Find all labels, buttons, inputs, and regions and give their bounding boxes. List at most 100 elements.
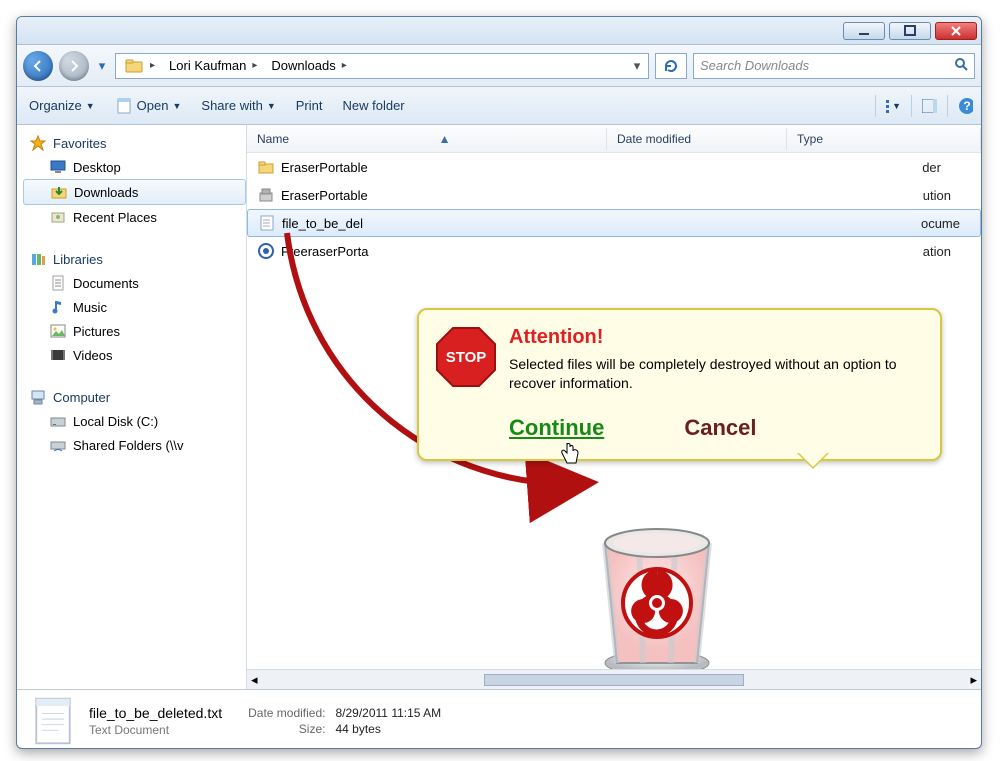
computer-icon [29,388,47,406]
breadcrumb-user[interactable]: Lori Kaufman ▸ [163,54,265,78]
file-list-pane: Name ▲ Date modified Type EraserPortable… [247,125,981,689]
sidebar-item-music[interactable]: Music [23,295,246,319]
sidebar-computer-header[interactable]: Computer [23,385,246,409]
navbar: ▾ ▸ Lori Kaufman ▸ Downloads ▸ ▾ Search … [17,45,981,87]
open-button[interactable]: Open▼ [111,93,186,119]
body: Favorites Desktop Downloads Recent Place… [17,125,981,690]
sidebar-item-shared-folders[interactable]: Shared Folders (\\v [23,433,246,457]
sidebar-item-documents[interactable]: Documents [23,271,246,295]
sidebar-item-videos[interactable]: Videos [23,343,246,367]
share-with-button[interactable]: Share with▼ [197,94,279,117]
maximize-button[interactable] [889,22,931,40]
refresh-icon [663,58,679,74]
libraries-icon [29,250,47,268]
close-icon [950,25,962,37]
file-row[interactable]: FreeraserPorta ation [247,237,981,265]
details-filetype: Text Document [89,723,222,737]
arrow-left-icon [31,59,45,73]
help-icon: ? [958,97,973,115]
file-row[interactable]: EraserPortable ution [247,181,981,209]
print-button[interactable]: Print [292,94,327,117]
search-input[interactable]: Search Downloads [693,53,975,79]
file-row-selected[interactable]: file_to_be_del ocume [247,209,981,237]
dialog-message: Selected files will be completely destro… [509,355,920,393]
minimize-button[interactable] [843,22,885,40]
local-disk-icon [49,412,67,430]
desktop-icon [49,158,67,176]
chevron-right-icon: ▸ [148,60,157,71]
minimize-icon [858,25,870,37]
details-filename: file_to_be_deleted.txt [89,705,222,721]
sidebar-item-local-disk[interactable]: Local Disk (C:) [23,409,246,433]
sidebar-item-desktop[interactable]: Desktop [23,155,246,179]
installer-icon [257,186,275,204]
explorer-window: ▾ ▸ Lori Kaufman ▸ Downloads ▸ ▾ Search … [16,16,982,749]
column-header-name[interactable]: Name ▲ [247,128,607,150]
new-folder-button[interactable]: New folder [338,94,408,117]
sidebar-item-downloads[interactable]: Downloads [23,179,246,205]
horizontal-scrollbar[interactable]: ◂ ▸ [247,669,981,689]
sidebar-item-pictures[interactable]: Pictures [23,319,246,343]
organize-button[interactable]: Organize▼ [25,94,99,117]
view-options-button[interactable]: ▼ [875,95,901,117]
freeraser-bin-icon [587,503,727,669]
scroll-left-icon[interactable]: ◂ [251,672,258,688]
recent-places-icon [49,208,67,226]
column-header-date-modified[interactable]: Date modified [607,128,787,150]
sort-asc-icon: ▲ [439,132,451,146]
address-dropdown[interactable]: ▾ [628,58,646,74]
details-pane: file_to_be_deleted.txt Text Document Dat… [17,690,981,749]
maximize-icon [904,25,916,37]
svg-text:?: ? [963,99,970,113]
continue-button[interactable]: Continue [509,415,604,441]
forward-button[interactable] [59,51,89,81]
hand-cursor-icon [559,441,581,467]
star-icon [29,134,47,152]
details-size-label: Size: [248,722,325,736]
folder-icon [257,158,275,176]
music-icon [49,298,67,316]
sidebar-favorites-header[interactable]: Favorites [23,131,246,155]
application-icon [257,242,275,260]
sidebar: Favorites Desktop Downloads Recent Place… [17,125,247,689]
close-button[interactable] [935,22,977,40]
file-rows: EraserPortable der EraserPortable ution [247,153,981,669]
notepad-icon [115,97,133,115]
preview-pane-icon [922,99,937,113]
toolbar: Organize▼ Open▼ Share with▼ Print New fo… [17,87,981,125]
back-button[interactable] [23,51,53,81]
sidebar-item-recent-places[interactable]: Recent Places [23,205,246,229]
details-date-value: 8/29/2011 11:15 AM [335,706,441,720]
search-icon [954,57,968,74]
scrollbar-thumb[interactable] [484,674,744,686]
text-file-icon [258,214,276,232]
preview-pane-button[interactable] [911,95,937,117]
address-bar[interactable]: ▸ Lori Kaufman ▸ Downloads ▸ ▾ [115,53,649,79]
history-dropdown[interactable]: ▾ [95,58,109,74]
refresh-button[interactable] [655,53,687,79]
column-headers: Name ▲ Date modified Type [247,125,981,153]
details-size-value: 44 bytes [335,722,441,736]
search-placeholder: Search Downloads [700,58,809,73]
help-button[interactable]: ? [947,95,973,117]
chevron-right-icon: ▸ [250,60,259,71]
titlebar [17,17,981,45]
downloads-folder-icon [50,183,68,201]
arrow-right-icon [67,59,81,73]
pictures-icon [49,322,67,340]
details-date-label: Date modified: [248,706,325,720]
videos-icon [49,346,67,364]
confirm-dialog: STOP Attention! Selected files will be c… [417,308,942,461]
cancel-button[interactable]: Cancel [684,415,756,441]
folder-icon [124,56,144,76]
network-drive-icon [49,436,67,454]
file-row[interactable]: EraserPortable der [247,153,981,181]
svg-text:STOP: STOP [446,349,487,366]
breadcrumb-folder[interactable]: Downloads ▸ [265,54,354,78]
column-header-type[interactable]: Type [787,128,981,150]
sidebar-libraries-header[interactable]: Libraries [23,247,246,271]
view-icon [886,99,890,113]
chevron-right-icon: ▸ [340,60,349,71]
text-file-large-icon [29,695,77,747]
scroll-right-icon[interactable]: ▸ [970,672,977,688]
